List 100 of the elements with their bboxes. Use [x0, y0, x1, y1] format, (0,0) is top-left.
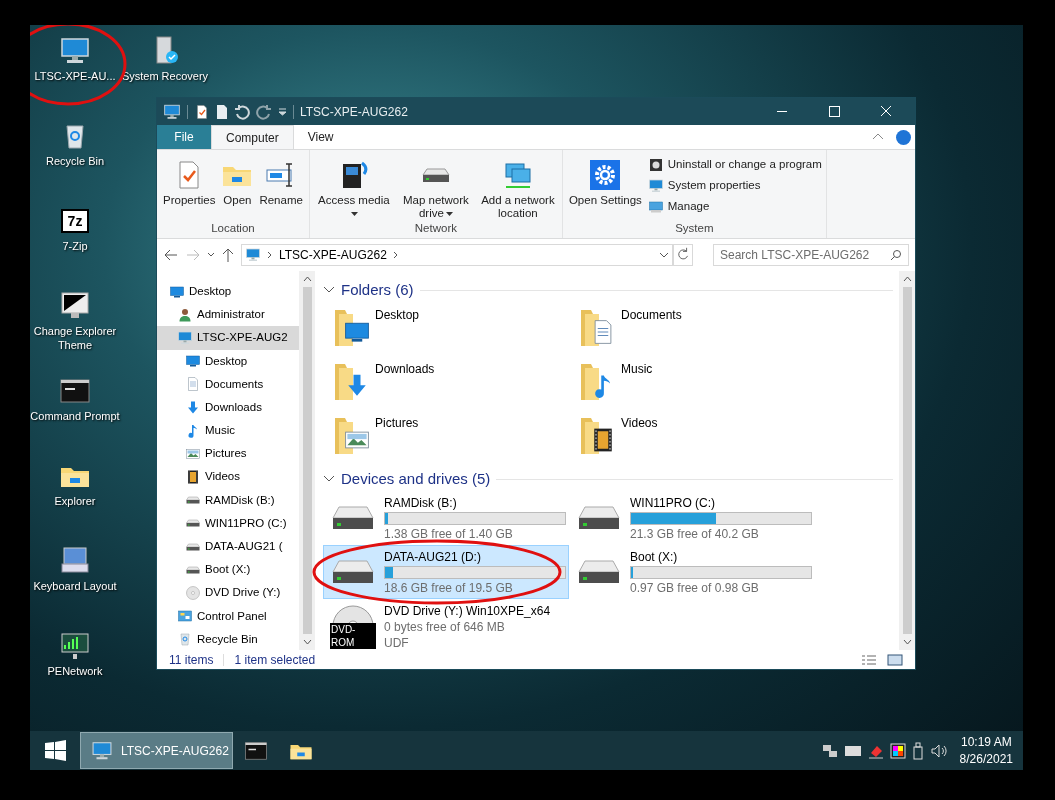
desktop-shortcut[interactable]: LTSC-XPE-AU...: [30, 30, 120, 83]
drive-tile[interactable]: WIN11PRO (C:) 21.3 GB free of 40.2 GB: [569, 491, 815, 545]
folder-tile[interactable]: Documents: [569, 302, 815, 356]
shortcut-label: Recycle Bin: [45, 154, 105, 168]
nav-item[interactable]: LTSC-XPE-AUG2: [157, 326, 299, 350]
nav-item[interactable]: Boot (X:): [157, 558, 299, 582]
nav-item[interactable]: Videos: [157, 465, 299, 489]
ribbon-button[interactable]: Access media: [313, 156, 394, 220]
desktop-shortcut[interactable]: Recycle Bin: [30, 115, 120, 168]
ribbon-button[interactable]: Map network drive: [395, 156, 476, 220]
nav-item[interactable]: WIN11PRO (C:): [157, 511, 299, 536]
desktop-icon: [185, 353, 201, 370]
desktop-shortcut[interactable]: 7z 7-Zip: [30, 200, 120, 253]
taskbar-window-button[interactable]: LTSC-XPE-AUG262: [80, 732, 233, 769]
window-title: LTSC-XPE-AUG262: [300, 103, 408, 121]
keyboard-icon[interactable]: [843, 744, 862, 757]
ribbon-tab[interactable]: Computer: [211, 125, 294, 149]
disc-icon: [185, 585, 201, 602]
collapse-chevron-icon[interactable]: [323, 286, 335, 294]
shortcut-label: Keyboard Layout: [33, 579, 117, 593]
scrollbar[interactable]: [299, 271, 315, 650]
item-count: 11 items: [169, 651, 214, 669]
nav-item[interactable]: Downloads: [157, 395, 299, 420]
desktop-shortcut[interactable]: Keyboard Layout: [30, 540, 120, 593]
usb-drive-icon[interactable]: [911, 741, 924, 760]
ribbon-button[interactable]: Add a network location: [477, 156, 558, 220]
ribbon-tab[interactable]: File: [157, 125, 211, 149]
back-arrow-icon[interactable]: [163, 247, 179, 263]
chevron-right-icon: [267, 251, 273, 259]
customize-caret-icon[interactable]: [278, 107, 287, 116]
undo-icon[interactable]: [234, 103, 250, 120]
help-icon[interactable]: [896, 130, 911, 145]
desktop-shortcut[interactable]: Command Prompt: [30, 370, 120, 423]
drive-tile[interactable]: Boot (X:) 0.97 GB free of 0.98 GB: [569, 545, 815, 599]
nav-item[interactable]: Documents: [157, 372, 299, 396]
desktop-shortcut[interactable]: Change Explorer Theme: [30, 285, 120, 352]
ribbon-small-button[interactable]: System properties: [647, 177, 822, 195]
blank-page-icon[interactable]: [216, 103, 228, 120]
computer-icon: [163, 102, 181, 121]
section-heading: Devices and drives (5): [341, 468, 491, 489]
dropdown-caret-icon[interactable]: [659, 252, 669, 258]
ribbon-small-button[interactable]: Manage: [647, 198, 822, 216]
nav-item[interactable]: Desktop: [157, 280, 299, 304]
drive-tile[interactable]: DATA-AUG21 (D:) 18.6 GB free of 19.5 GB: [323, 545, 569, 599]
network-icon[interactable]: [821, 742, 838, 759]
network-monitor-icon: [59, 630, 91, 662]
folder-label: Music: [621, 361, 653, 378]
ribbon-small-button[interactable]: Uninstall or change a program: [647, 156, 822, 174]
nav-item[interactable]: Control Panel: [157, 604, 299, 628]
clock[interactable]: 10:19 AM 8/26/2021: [959, 733, 1013, 768]
nav-item[interactable]: DATA-AUG21 (: [157, 535, 299, 559]
folder-tile[interactable]: Downloads: [323, 356, 569, 410]
up-arrow-icon[interactable]: [221, 247, 235, 263]
speaker-icon[interactable]: [929, 742, 948, 759]
redo-icon[interactable]: [256, 103, 272, 120]
desktop-shortcut[interactable]: Explorer: [30, 455, 120, 508]
nav-item[interactable]: Administrator: [157, 303, 299, 327]
folder-label: Pictures: [375, 415, 419, 432]
drive-tile[interactable]: RAMDisk (B:) 1.38 GB free of 1.40 GB: [323, 491, 569, 545]
free-space-text: 18.6 GB free of 19.5 GB: [384, 580, 514, 596]
collapse-chevron-icon[interactable]: [323, 475, 335, 483]
folder-label: Downloads: [375, 361, 435, 378]
nav-item[interactable]: DVD Drive (Y:): [157, 581, 299, 605]
drive-name: DVD Drive (Y:) Win10XPE_x64: [384, 603, 552, 619]
desktop-icon: [169, 283, 185, 300]
search-field[interactable]: Search LTSC-XPE-AUG262: [713, 244, 909, 266]
refresh-icon[interactable]: [673, 244, 693, 266]
search-icon[interactable]: [890, 249, 902, 261]
free-space-text: 21.3 GB free of 40.2 GB: [630, 526, 760, 542]
ribbon-button[interactable]: Rename: [257, 156, 305, 220]
recent-caret-icon[interactable]: [207, 252, 215, 258]
folder-tile[interactable]: Music: [569, 356, 815, 410]
folder-tile[interactable]: Desktop: [323, 302, 569, 356]
document-icon: [185, 376, 201, 393]
drive-tile[interactable]: DVD-ROM DVD Drive (Y:) Win10XPE_x64 0 bytes free of 646 MB UDF: [323, 599, 569, 650]
collapse-ribbon-icon[interactable]: [872, 132, 884, 142]
desktop-shortcut[interactable]: PENetwork: [30, 625, 120, 678]
computer-check-icon: [647, 178, 664, 194]
drive-name: DATA-AUG21 (D:): [384, 549, 482, 565]
color-palette-icon[interactable]: [889, 742, 906, 759]
user-icon: [177, 306, 193, 323]
ribbon-button[interactable]: Open Settings: [566, 156, 644, 220]
nav-item[interactable]: Desktop: [157, 349, 299, 373]
scrollbar[interactable]: [899, 271, 915, 650]
nav-item[interactable]: Recycle Bin: [157, 627, 299, 651]
nav-item[interactable]: RAMDisk (B:): [157, 488, 299, 512]
address-bar[interactable]: LTSC-XPE-AUG262: [241, 244, 673, 266]
drive-name: Boot (X:): [630, 549, 679, 565]
folder-tile[interactable]: Pictures: [323, 410, 569, 464]
file-system-text: UDF: [384, 635, 410, 650]
drive-name: WIN11PRO (C:): [630, 495, 717, 511]
nav-item[interactable]: Pictures: [157, 442, 299, 466]
large-icons-view-icon[interactable]: [887, 653, 903, 666]
ribbon-button[interactable]: Open: [219, 156, 256, 220]
nav-item[interactable]: Music: [157, 419, 299, 443]
address-path[interactable]: LTSC-XPE-AUG262: [279, 246, 387, 264]
chevron-right-icon[interactable]: [392, 251, 399, 259]
folder-tile[interactable]: Videos: [569, 410, 815, 464]
ribbon-button[interactable]: Properties: [161, 156, 218, 220]
ribbon-group-label: Location: [210, 221, 256, 236]
